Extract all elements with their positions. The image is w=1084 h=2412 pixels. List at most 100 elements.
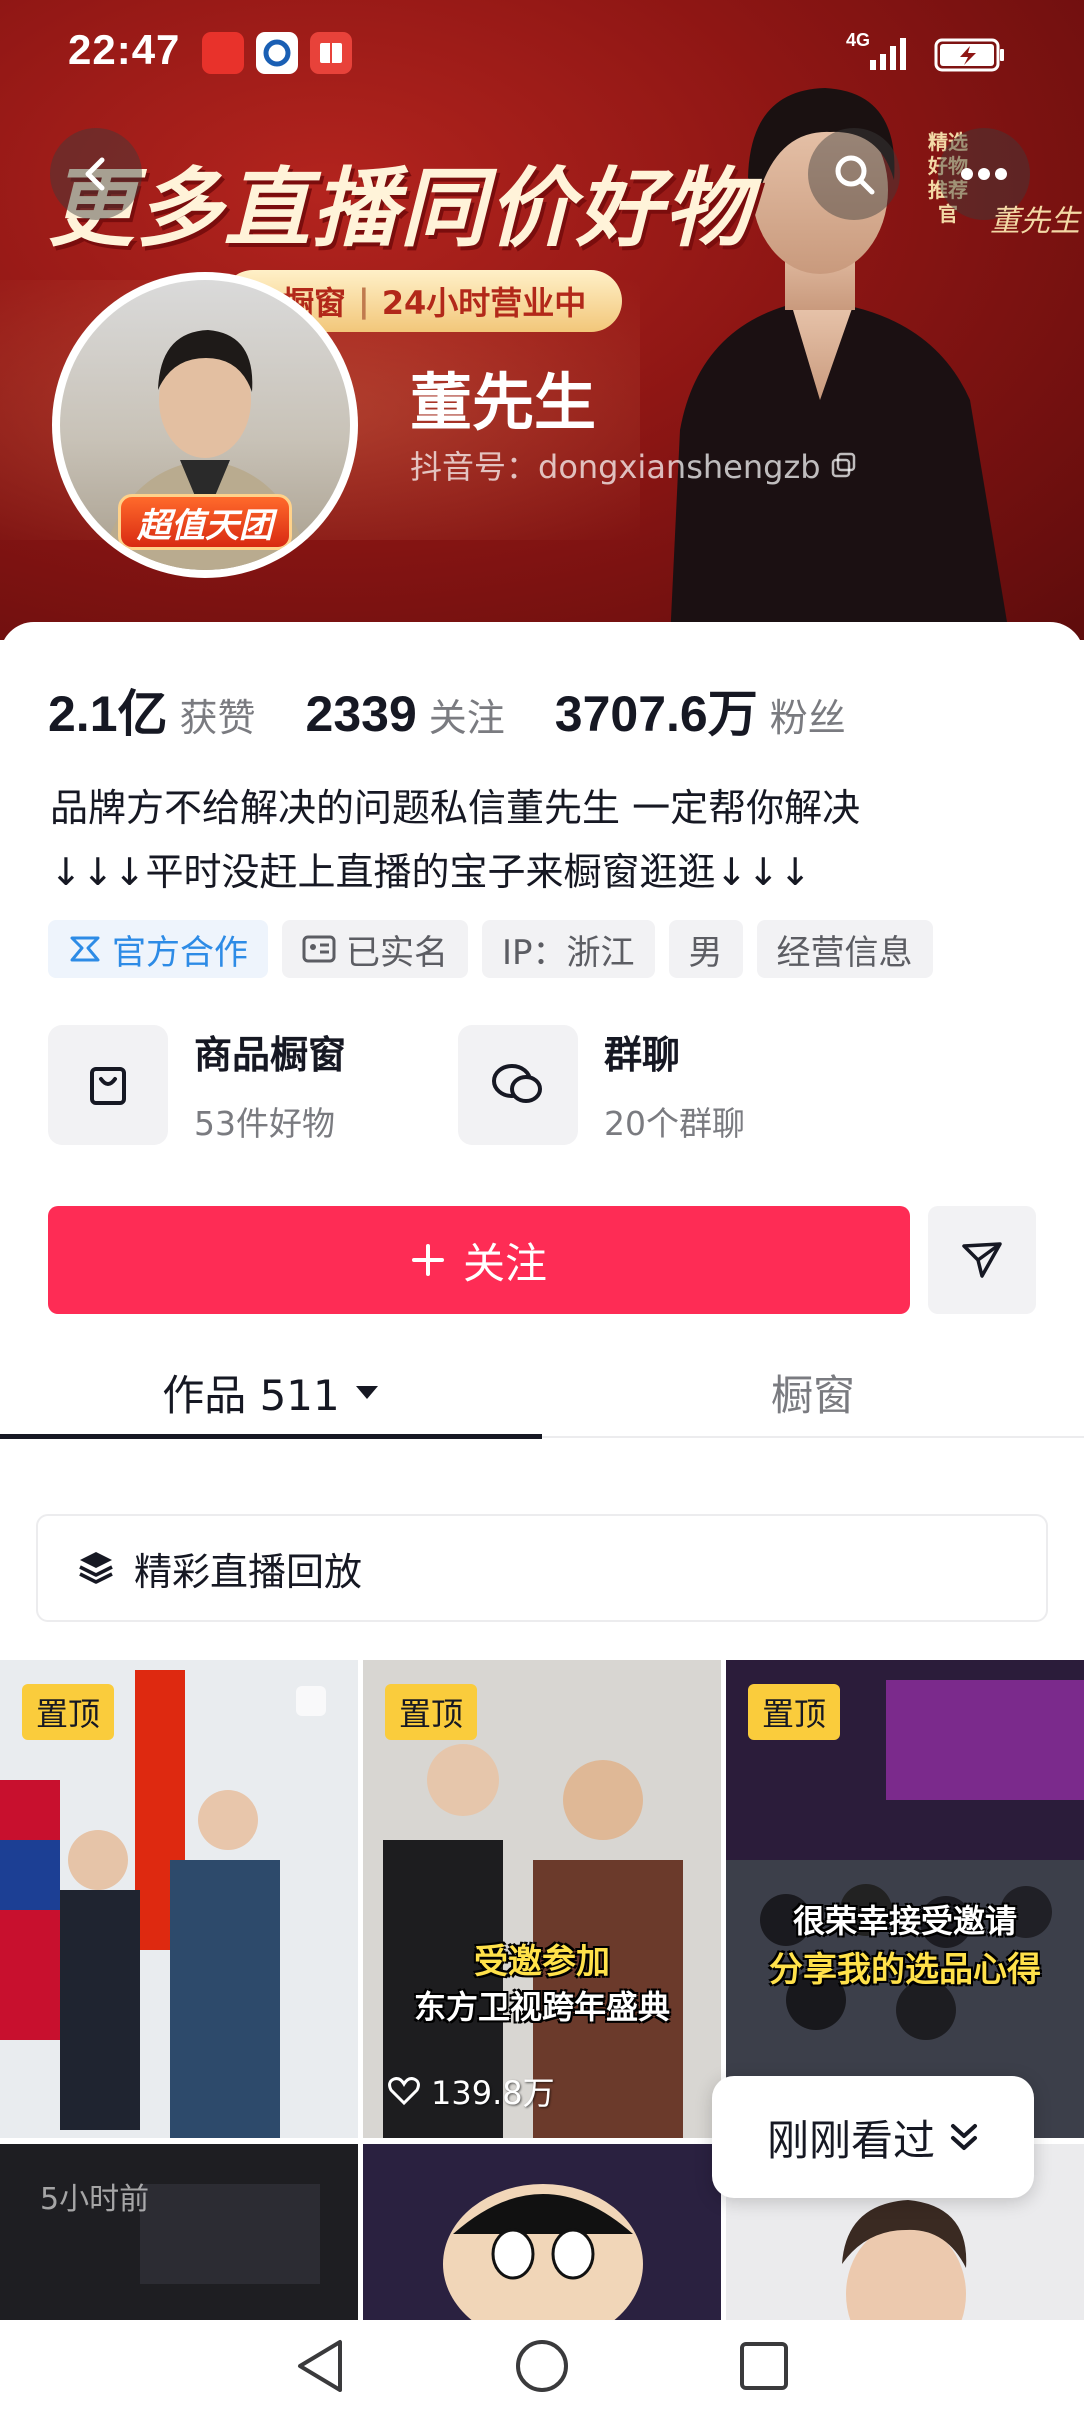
tag-business[interactable]: 经营信息	[756, 920, 933, 978]
tag-official-label: 官方合作	[112, 932, 248, 973]
group-chat-entry[interactable]: 群聊 20个群聊	[458, 1024, 868, 1145]
avatar-badge: 超值天团	[118, 494, 292, 550]
nav-recents-icon[interactable]	[738, 2340, 790, 2392]
live-replay-entry[interactable]: 精彩直播回放	[36, 1514, 1048, 1622]
douyin-id: 抖音号：dongxianshengzb	[410, 448, 821, 486]
profile-tags: 官方合作 已实名 IP：浙江 男 经营信息	[48, 920, 933, 978]
video-thumbnail-5[interactable]	[363, 2144, 721, 2324]
nav-home-icon[interactable]	[514, 2338, 570, 2394]
video-thumbnail-3[interactable]: 置顶 很荣幸接受邀请 分享我的选品心得	[726, 1660, 1084, 2138]
douyin-id-row[interactable]: 抖音号：dongxianshengzb	[410, 442, 857, 488]
tab-active-indicator	[0, 1434, 542, 1439]
bank-icon	[256, 32, 298, 74]
copy-icon[interactable]	[831, 452, 857, 478]
video-5-image	[363, 2144, 721, 2324]
shop-window-count: 53件好物	[194, 1104, 335, 1143]
nickname: 董先生	[410, 366, 597, 439]
video-2-likes: 139.8万	[387, 2068, 555, 2114]
video-4-image	[0, 2144, 358, 2324]
send-icon	[962, 1242, 1002, 1278]
bio: 品牌方不给解决的问题私信董先生 一定帮你解决 ↓↓↓平时没赶上直播的宝子来橱窗逛…	[50, 776, 1050, 904]
video-3-caption-2: 分享我的选品心得	[769, 1950, 1041, 1990]
shop-window-entry[interactable]: 商品橱窗 53件好物	[48, 1024, 458, 1145]
tag-gender-label: 男	[688, 932, 723, 973]
status-bar: 22:47 4G	[0, 0, 1084, 110]
group-chat-count: 20个群聊	[604, 1104, 745, 1143]
official-icon	[70, 936, 100, 962]
video-2-caption-2: 东方卫视跨年盛典	[413, 1988, 670, 2026]
bio-line-2: ↓↓↓平时没赶上直播的宝子来橱窗逛逛↓↓↓	[50, 850, 812, 894]
back-arrow-icon	[85, 157, 105, 191]
id-card-icon	[302, 935, 336, 963]
system-nav-bar	[0, 2320, 1084, 2412]
stat-following-label: 关注	[428, 696, 505, 740]
tab-showcase-label: 橱窗	[770, 1370, 855, 1420]
tab-works-label: 作品 511	[162, 1370, 340, 1420]
tag-gender: 男	[668, 920, 743, 978]
shop-bag-icon	[48, 1024, 168, 1145]
status-time: 22:47	[68, 26, 181, 73]
feature-entries: 商品橱窗 53件好物 群聊 20个群聊	[48, 1024, 868, 1145]
send-message-button[interactable]	[928, 1206, 1036, 1314]
pinned-badge: 置顶	[22, 1684, 115, 1740]
nav-back-icon[interactable]	[294, 2338, 346, 2394]
profile-banner: 22:47 4G 更多直播同价好物 精选好物推荐官 董先生 橱窗 | 24小时营…	[0, 0, 1084, 640]
content-tabs: 作品 511 橱窗	[0, 1346, 1084, 1439]
battery-icon	[934, 38, 1004, 72]
recently-viewed-label: 刚刚看过	[766, 2115, 935, 2165]
tag-business-label: 经营信息	[776, 932, 913, 973]
group-chat-title: 群聊	[604, 1033, 681, 1077]
tag-verified-label: 已实名	[346, 932, 448, 973]
heart-icon	[388, 2077, 420, 2106]
tab-showcase[interactable]: 橱窗	[542, 1346, 1084, 1438]
banner-signature: 董先生	[990, 204, 1080, 239]
stats-row: 2.1亿 获赞 2339 关注 3707.6万 粉丝	[48, 674, 896, 746]
bio-line-1: 品牌方不给解决的问题私信董先生 一定帮你解决	[50, 786, 861, 830]
caret-down-icon	[355, 1386, 378, 1399]
live-replay-label: 精彩直播回放	[134, 1549, 363, 1594]
yunpay-icon	[202, 32, 244, 74]
avatar-image: 超值天团	[60, 280, 350, 570]
stat-followers-num: 3707.6万	[554, 686, 758, 742]
follow-label: 关注	[462, 1238, 547, 1288]
tag-ip: IP：浙江	[482, 920, 655, 978]
video-2-caption-1: 受邀参加	[474, 1942, 610, 1982]
plus-icon	[411, 1244, 444, 1276]
shop-window-title: 商品橱窗	[194, 1033, 347, 1077]
avatar[interactable]: 超值天团	[52, 272, 358, 578]
stat-following[interactable]: 2339 关注	[306, 685, 505, 743]
network-type: 4G	[846, 30, 871, 50]
tag-ip-label: IP：浙江	[502, 932, 635, 973]
recently-viewed-button[interactable]: 刚刚看过	[712, 2076, 1034, 2198]
tab-works[interactable]: 作品 511	[0, 1346, 542, 1438]
search-button[interactable]	[808, 128, 900, 220]
stat-followers[interactable]: 3707.6万 粉丝	[555, 674, 846, 746]
chat-bubbles-icon	[458, 1024, 578, 1145]
video-2-likes-count: 139.8万	[431, 2074, 555, 2112]
tag-verified[interactable]: 已实名	[282, 920, 468, 978]
video-thumbnail-1[interactable]: 置顶	[0, 1660, 358, 2138]
video-3-caption-1: 很荣幸接受邀请	[792, 1902, 1017, 1940]
search-icon	[835, 155, 875, 195]
stat-likes[interactable]: 2.1亿 获赞	[48, 674, 256, 746]
stat-following-num: 2339	[305, 686, 417, 742]
signal-icon	[870, 38, 906, 70]
banner-headline: 更多直播同价好物	[48, 159, 752, 259]
shop-pill-separator: |	[358, 282, 370, 320]
video-thumbnail-4[interactable]: 5小时前	[0, 2144, 358, 2324]
more-dots-icon	[961, 168, 1007, 180]
shop-pill-right: 24小时营业中	[381, 284, 587, 322]
video-thumbnail-2[interactable]: 置顶 受邀参加 东方卫视跨年盛典 139.8万	[363, 1660, 721, 2138]
pinned-badge: 置顶	[385, 1684, 478, 1740]
back-button[interactable]	[50, 128, 142, 220]
pinned-badge: 置顶	[748, 1684, 841, 1740]
follow-button[interactable]: 关注	[48, 1206, 910, 1314]
stat-likes-label: 获赞	[179, 696, 256, 740]
double-chevron-down-icon	[951, 2124, 977, 2150]
stat-likes-num: 2.1亿	[48, 686, 168, 742]
layers-icon	[79, 1552, 113, 1584]
tag-official[interactable]: 官方合作	[48, 920, 268, 978]
book-icon	[310, 32, 352, 74]
stat-followers-label: 粉丝	[769, 696, 846, 740]
video-4-overlay-text: 5小时前	[40, 2182, 150, 2217]
